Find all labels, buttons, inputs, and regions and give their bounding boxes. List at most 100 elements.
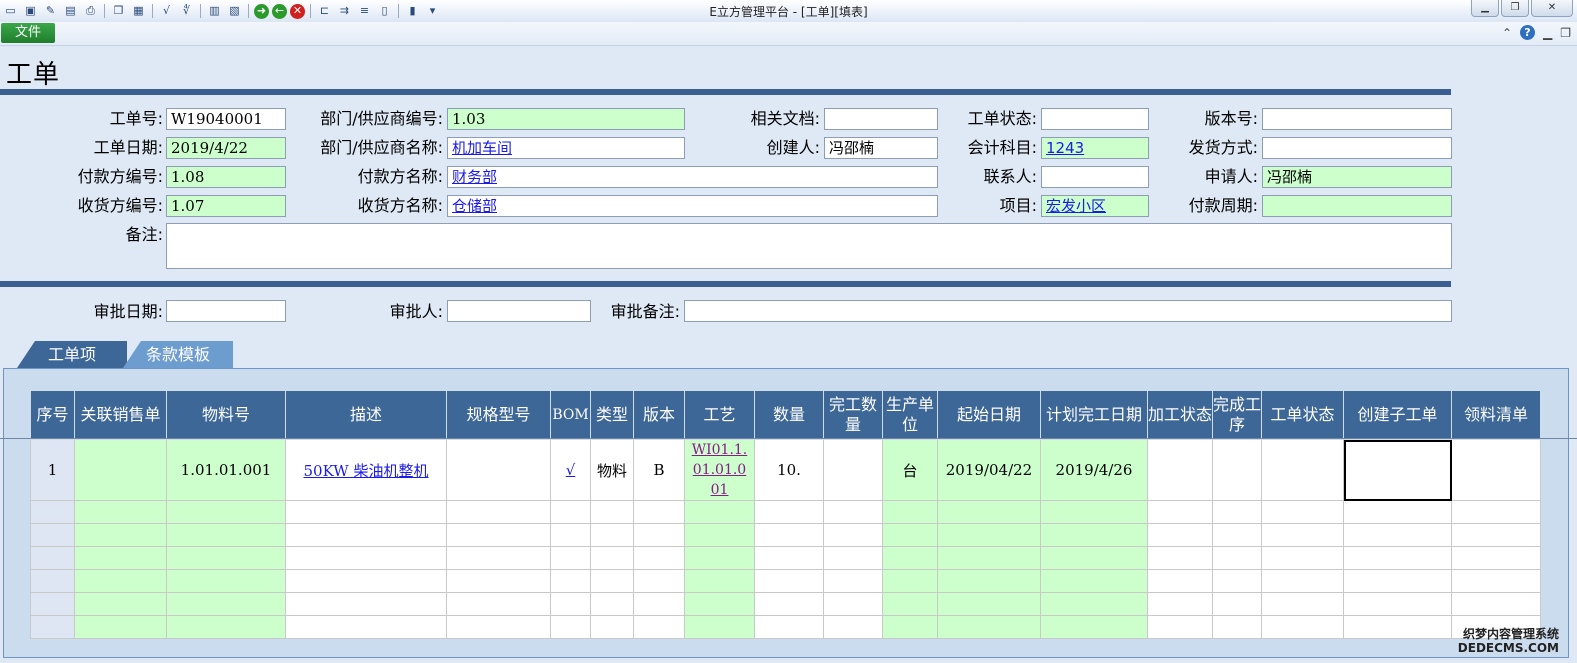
- payer-code-field[interactable]: 1.08: [166, 166, 286, 188]
- grid-cell[interactable]: [285, 546, 447, 570]
- grid-cell[interactable]: [684, 569, 755, 593]
- column-header[interactable]: 关联销售单: [74, 390, 167, 440]
- grid-cell[interactable]: [937, 523, 1041, 547]
- grid-cell[interactable]: [823, 592, 883, 616]
- grid-cell[interactable]: [882, 592, 938, 616]
- grid-cell[interactable]: [1147, 569, 1213, 593]
- grid-cell[interactable]: [166, 500, 286, 524]
- column-header[interactable]: 版本: [633, 390, 685, 440]
- column-header[interactable]: 序号: [30, 390, 75, 440]
- grid-cell[interactable]: [937, 500, 1041, 524]
- grid-cell[interactable]: [74, 569, 167, 593]
- grid-cell[interactable]: [1343, 500, 1452, 524]
- order-date-field[interactable]: 2019/4/22: [166, 137, 286, 159]
- grid-cell[interactable]: [1261, 569, 1344, 593]
- grid-cell[interactable]: [1343, 592, 1452, 616]
- create-suborder-cell[interactable]: [1343, 439, 1452, 501]
- dept-name-field[interactable]: 机加车间: [447, 137, 685, 159]
- start-date-cell[interactable]: 2019/04/22: [937, 439, 1041, 501]
- grid-cell[interactable]: [1261, 523, 1344, 547]
- grid-cell[interactable]: [1147, 615, 1213, 639]
- grid-cell[interactable]: [166, 569, 286, 593]
- process-link[interactable]: 01.01.0: [686, 460, 754, 480]
- dept-name-link[interactable]: 机加车间: [452, 139, 512, 157]
- tab-order-items[interactable]: 工单项: [17, 341, 127, 368]
- grid-cell[interactable]: [633, 592, 685, 616]
- grid-cell[interactable]: [1040, 615, 1148, 639]
- grid-cell[interactable]: [590, 615, 634, 639]
- approver-field[interactable]: [447, 300, 591, 322]
- grid-cell[interactable]: [882, 546, 938, 570]
- grid-cell[interactable]: [1147, 592, 1213, 616]
- grid-cell[interactable]: [1040, 592, 1148, 616]
- grid-cell[interactable]: [590, 546, 634, 570]
- grid-cell[interactable]: [633, 500, 685, 524]
- sales-order-cell[interactable]: [74, 439, 167, 501]
- grid-cell[interactable]: [590, 569, 634, 593]
- column-header[interactable]: 物料号: [166, 390, 286, 440]
- done-step-cell[interactable]: [1212, 439, 1262, 501]
- done-qty-cell[interactable]: [823, 439, 883, 501]
- receiver-name-field[interactable]: 仓储部: [447, 195, 938, 217]
- ship-method-field[interactable]: [1262, 137, 1452, 159]
- grid-cell[interactable]: [1343, 523, 1452, 547]
- approval-note-field[interactable]: [684, 300, 1452, 322]
- grid-cell[interactable]: [684, 592, 755, 616]
- grid-cell[interactable]: [550, 569, 591, 593]
- tab-terms-template[interactable]: 条款模板: [123, 341, 233, 368]
- qty-cell[interactable]: 10.: [754, 439, 824, 501]
- payer-name-link[interactable]: 财务部: [452, 168, 497, 186]
- grid-cell[interactable]: [754, 592, 824, 616]
- material-no-cell[interactable]: 1.01.01.001: [166, 439, 286, 501]
- grid-cell[interactable]: [1040, 523, 1148, 547]
- grid-cell[interactable]: [1451, 569, 1541, 593]
- column-header[interactable]: 加工状态: [1147, 390, 1213, 440]
- grid-cell[interactable]: [74, 615, 167, 639]
- grid-cell[interactable]: [633, 569, 685, 593]
- grid-cell[interactable]: [1261, 615, 1344, 639]
- grid-cell[interactable]: [446, 592, 551, 616]
- grid-cell[interactable]: [446, 569, 551, 593]
- grid-cell[interactable]: [754, 500, 824, 524]
- grid-cell[interactable]: [446, 615, 551, 639]
- grid-cell[interactable]: [1343, 569, 1452, 593]
- column-header[interactable]: 规格型号: [446, 390, 551, 440]
- column-header[interactable]: 计划完工日期: [1040, 390, 1148, 440]
- grid-cell[interactable]: [1212, 500, 1262, 524]
- collapse-ribbon-icon[interactable]: ⌃: [1502, 26, 1512, 40]
- description-link[interactable]: 50KW 柴油机整机: [304, 462, 429, 480]
- grid-cell[interactable]: [74, 523, 167, 547]
- grid-cell[interactable]: [1212, 523, 1262, 547]
- account-link[interactable]: 1243: [1046, 139, 1084, 157]
- project-field[interactable]: 宏发小区: [1041, 195, 1149, 217]
- grid-cell[interactable]: [590, 592, 634, 616]
- restore-icon[interactable]: ❐: [1501, 0, 1529, 17]
- help-icon[interactable]: ?: [1520, 25, 1535, 40]
- payer-name-field[interactable]: 财务部: [447, 166, 938, 188]
- grid-cell[interactable]: [823, 500, 883, 524]
- process-cell[interactable]: WI01.1. 01.01.0 01: [684, 439, 755, 501]
- grid-cell[interactable]: [74, 592, 167, 616]
- grid-cell[interactable]: [754, 546, 824, 570]
- column-header[interactable]: 类型: [590, 390, 634, 440]
- spec-cell[interactable]: [446, 439, 551, 501]
- column-header[interactable]: 创建子工单: [1343, 390, 1452, 440]
- grid-cell[interactable]: [1212, 569, 1262, 593]
- receiver-code-field[interactable]: 1.07: [166, 195, 286, 217]
- minimize-doc-icon[interactable]: ▁: [1543, 26, 1552, 40]
- grid-cell[interactable]: [166, 523, 286, 547]
- grid-cell[interactable]: [166, 615, 286, 639]
- grid-cell[interactable]: [1451, 523, 1541, 547]
- grid-cell[interactable]: [754, 569, 824, 593]
- grid-cell[interactable]: [446, 500, 551, 524]
- grid-cell[interactable]: [446, 546, 551, 570]
- grid-cell[interactable]: [1212, 546, 1262, 570]
- grid-cell[interactable]: [882, 615, 938, 639]
- grid-cell[interactable]: [285, 523, 447, 547]
- grid-cell[interactable]: [1147, 523, 1213, 547]
- grid-cell[interactable]: [684, 546, 755, 570]
- version-field[interactable]: [1262, 108, 1452, 130]
- grid-cell[interactable]: [754, 615, 824, 639]
- bom-cell[interactable]: √: [550, 439, 591, 501]
- grid-cell[interactable]: [590, 523, 634, 547]
